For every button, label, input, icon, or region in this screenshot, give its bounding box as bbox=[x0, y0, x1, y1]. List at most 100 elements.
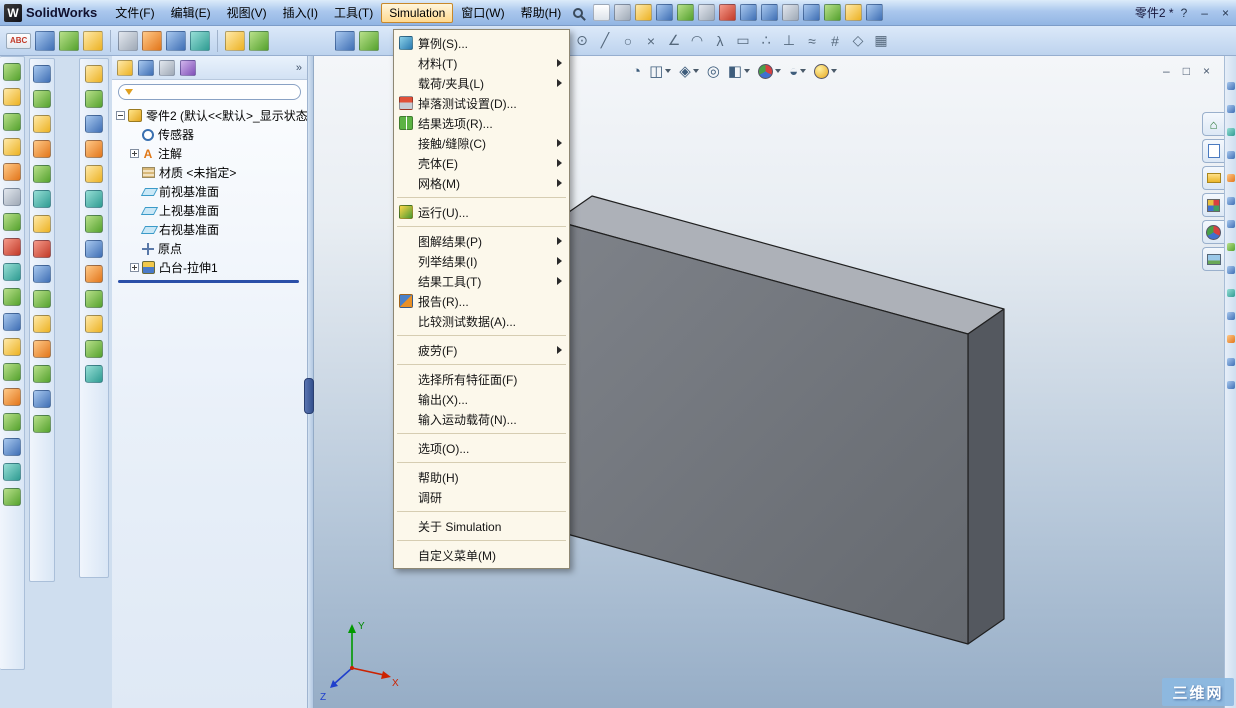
tab-appearances[interactable] bbox=[1202, 220, 1224, 244]
tab-property-manager[interactable] bbox=[138, 59, 154, 76]
tree-item-origin[interactable]: 原点 bbox=[130, 239, 307, 258]
tool-icon[interactable] bbox=[33, 140, 51, 158]
tool-icon[interactable] bbox=[85, 190, 103, 208]
sketch-arc-icon[interactable]: ◠ bbox=[687, 29, 707, 52]
zoom-area-icon[interactable]: ◫ bbox=[649, 62, 672, 80]
menu-item-fatigue[interactable]: 疲劳(F) bbox=[394, 340, 569, 360]
tool-icon[interactable] bbox=[1226, 335, 1235, 343]
zoom-fit-icon[interactable]: ◔ bbox=[632, 63, 641, 80]
options-list-icon[interactable] bbox=[803, 4, 821, 21]
sketch-grid-icon[interactable]: ▦ bbox=[871, 29, 891, 52]
tool-icon[interactable] bbox=[3, 163, 21, 181]
tool-icon[interactable] bbox=[33, 115, 51, 133]
tool-icon[interactable] bbox=[3, 138, 21, 156]
edit-appearance-icon[interactable] bbox=[758, 63, 782, 79]
menu-edit[interactable]: 编辑(E) bbox=[163, 1, 219, 24]
tool-icon[interactable] bbox=[85, 340, 103, 358]
menu-item-material[interactable]: 材料(T) bbox=[394, 53, 569, 73]
print-icon[interactable] bbox=[698, 4, 716, 21]
new-document-icon[interactable] bbox=[593, 4, 611, 21]
tab-feature-tree[interactable] bbox=[117, 59, 133, 76]
tool-icon[interactable] bbox=[3, 363, 21, 381]
search-icon[interactable] bbox=[573, 7, 584, 18]
previous-view-icon[interactable]: ◎ bbox=[707, 62, 720, 80]
tool-icon[interactable] bbox=[225, 30, 246, 51]
sketch-fit-icon[interactable]: ≈ bbox=[802, 29, 822, 52]
tool-icon[interactable] bbox=[85, 140, 103, 158]
tool-icon[interactable] bbox=[1226, 151, 1235, 159]
tab-custom-properties[interactable] bbox=[1202, 247, 1224, 271]
sketch-ellipse-icon[interactable]: ○ bbox=[618, 29, 638, 52]
tool-icon[interactable] bbox=[83, 30, 104, 51]
menu-insert[interactable]: 插入(I) bbox=[275, 1, 326, 24]
tool-icon[interactable] bbox=[1226, 358, 1235, 366]
sketch-spline-icon[interactable]: λ bbox=[710, 29, 730, 52]
part-body[interactable] bbox=[555, 195, 1005, 645]
tab-view-palette[interactable] bbox=[1202, 193, 1224, 217]
select-icon[interactable] bbox=[782, 4, 800, 21]
tool-icon[interactable] bbox=[166, 30, 187, 51]
tab-file-explorer[interactable] bbox=[1202, 166, 1224, 190]
tool-icon[interactable] bbox=[3, 88, 21, 106]
tool-icon[interactable] bbox=[3, 263, 21, 281]
tree-root-part[interactable]: 零件2 (默认<<默认>_显示状态 bbox=[116, 106, 307, 125]
menu-item-loads-fixtures[interactable]: 载荷/夹具(L) bbox=[394, 73, 569, 93]
tool-icon[interactable] bbox=[118, 30, 139, 51]
menu-item-options[interactable]: 选项(O)... bbox=[394, 438, 569, 458]
sketch-hatch-icon[interactable]: # bbox=[825, 29, 845, 52]
tool-icon[interactable] bbox=[1226, 266, 1235, 274]
tool-icon[interactable] bbox=[1226, 197, 1235, 205]
tool-icon[interactable] bbox=[3, 313, 21, 331]
doc-close-button[interactable]: × bbox=[1203, 64, 1210, 78]
tool-icon[interactable] bbox=[3, 238, 21, 256]
menu-item-shells[interactable]: 壳体(E) bbox=[394, 153, 569, 173]
tool-icon[interactable] bbox=[3, 188, 21, 206]
rollback-bar[interactable] bbox=[118, 280, 299, 283]
tree-item-material[interactable]: 材质 <未指定> bbox=[130, 163, 307, 182]
save-icon[interactable] bbox=[656, 4, 674, 21]
tool-icon[interactable] bbox=[3, 63, 21, 81]
tool-icon[interactable] bbox=[85, 240, 103, 258]
help-button[interactable]: ? bbox=[1181, 6, 1188, 20]
tool-icon[interactable] bbox=[1226, 105, 1235, 113]
menu-view[interactable]: 视图(V) bbox=[219, 1, 275, 24]
menu-item-export[interactable]: 输出(X)... bbox=[394, 389, 569, 409]
minimize-button[interactable]: – bbox=[1201, 6, 1208, 20]
sketch-circle-icon[interactable]: ⊙ bbox=[572, 29, 592, 52]
menu-item-list-results[interactable]: 列举结果(I) bbox=[394, 251, 569, 271]
tool-icon[interactable] bbox=[85, 290, 103, 308]
tool-icon[interactable] bbox=[3, 388, 21, 406]
spell-check-icon[interactable]: ABC bbox=[6, 32, 32, 49]
apply-scene-icon[interactable] bbox=[814, 63, 838, 79]
tool-icon[interactable] bbox=[33, 215, 51, 233]
tool-icon[interactable] bbox=[3, 288, 21, 306]
tool-icon[interactable] bbox=[35, 30, 56, 51]
tool-icon[interactable] bbox=[3, 413, 21, 431]
view-orientation-icon[interactable]: ◈ bbox=[679, 62, 699, 80]
menu-item-contact-gap[interactable]: 接触/缝隙(C) bbox=[394, 133, 569, 153]
tool-icon[interactable] bbox=[85, 165, 103, 183]
menu-item-report[interactable]: 报告(R)... bbox=[394, 291, 569, 311]
tool-icon[interactable] bbox=[33, 190, 51, 208]
redo-icon[interactable] bbox=[761, 4, 779, 21]
sketch-angle-icon[interactable]: ∠ bbox=[664, 29, 684, 52]
tree-item-right-plane[interactable]: 右视基准面 bbox=[130, 220, 307, 239]
menu-item-select-all-feature-faces[interactable]: 选择所有特征面(F) bbox=[394, 369, 569, 389]
tool-icon[interactable] bbox=[142, 30, 163, 51]
menu-window[interactable]: 窗口(W) bbox=[453, 1, 512, 24]
tool-icon[interactable] bbox=[33, 365, 51, 383]
tool-icon[interactable] bbox=[85, 215, 103, 233]
tree-item-sensors[interactable]: 传感器 bbox=[130, 125, 307, 144]
tree-item-boss-extrude1[interactable]: 凸台-拉伸1 bbox=[130, 258, 307, 277]
tree-item-annotations[interactable]: A 注解 bbox=[130, 144, 307, 163]
menu-item-help[interactable]: 帮助(H) bbox=[394, 467, 569, 487]
undo-icon[interactable] bbox=[740, 4, 758, 21]
tool-icon[interactable] bbox=[33, 315, 51, 333]
doc-restore-button[interactable]: □ bbox=[1183, 64, 1190, 78]
tool-icon[interactable] bbox=[33, 65, 51, 83]
menu-file[interactable]: 文件(F) bbox=[107, 1, 162, 24]
collapse-expander[interactable] bbox=[116, 111, 125, 120]
tool-icon[interactable] bbox=[33, 90, 51, 108]
tool-icon[interactable] bbox=[33, 240, 51, 258]
expand-expander[interactable] bbox=[130, 149, 139, 158]
